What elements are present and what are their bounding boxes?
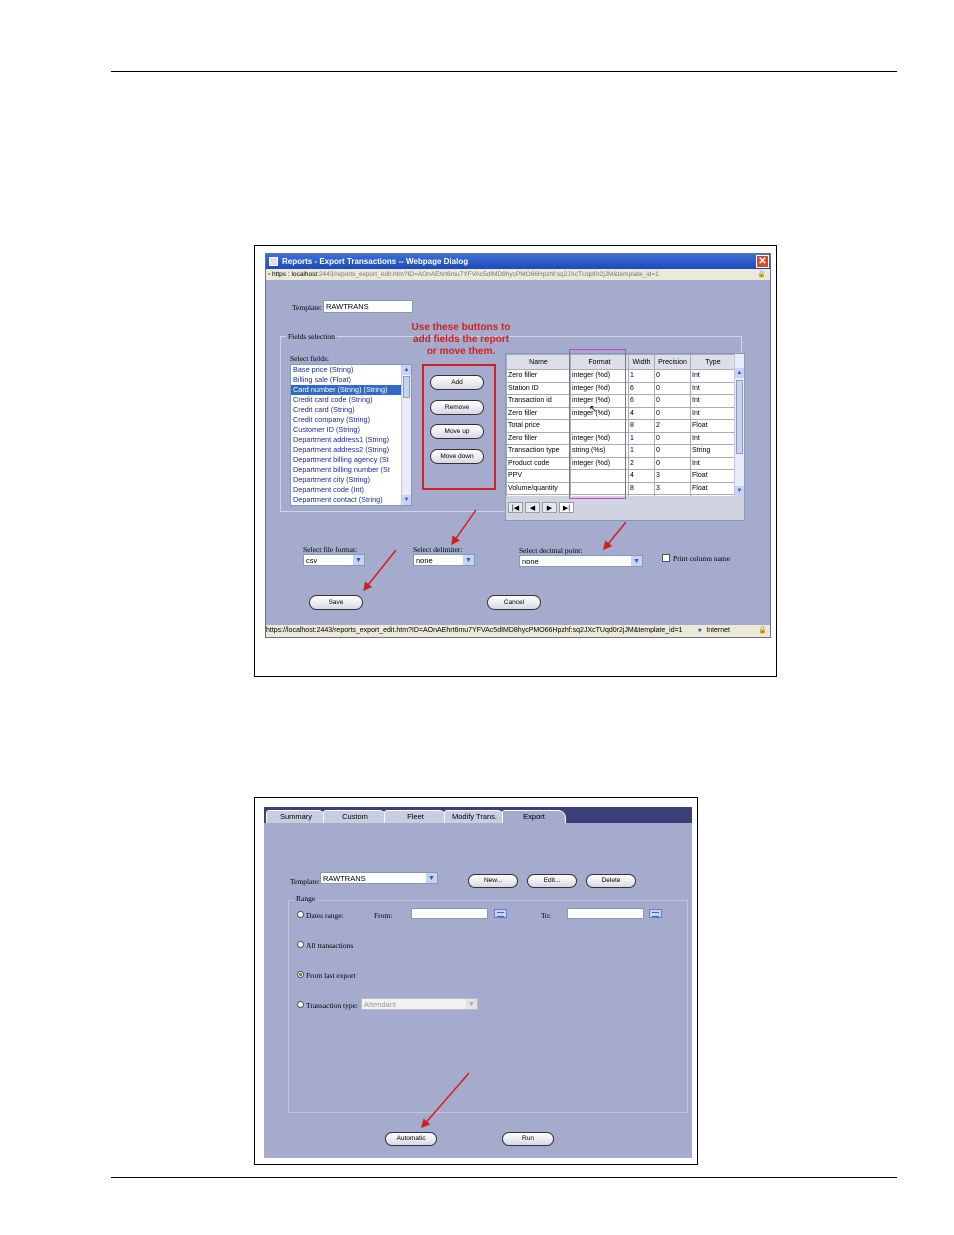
arrow-to-decimal [603,521,627,551]
figure-export-dialog: Reports - Export Transactions -- Webpage… [254,245,777,677]
lock-icon: 🔒 [758,627,767,634]
arrow-to-delimiter [451,509,477,546]
webpage-dialog: Reports - Export Transactions -- Webpage… [265,253,771,638]
globe-icon: ● [693,625,702,637]
export-panel: Summary Custom Fleet Modify Trans. Export Te… [264,807,692,1158]
annotation-arrow [421,1072,470,1129]
status-zone: Internet [706,625,730,637]
status-url: https://localhost:2443/reports_export_ed… [266,627,683,634]
arrow-to-automatic [421,1072,470,1129]
annotation-arrows [363,509,627,592]
dialog-status-bar: https://localhost:2443/reports_export_ed… [266,625,770,637]
header-rule [111,71,897,72]
footer-rule [111,1177,897,1178]
arrow-to-save [363,549,397,592]
figure-export-tab: Summary Custom Fleet Modify Trans. Export Te… [254,797,698,1165]
